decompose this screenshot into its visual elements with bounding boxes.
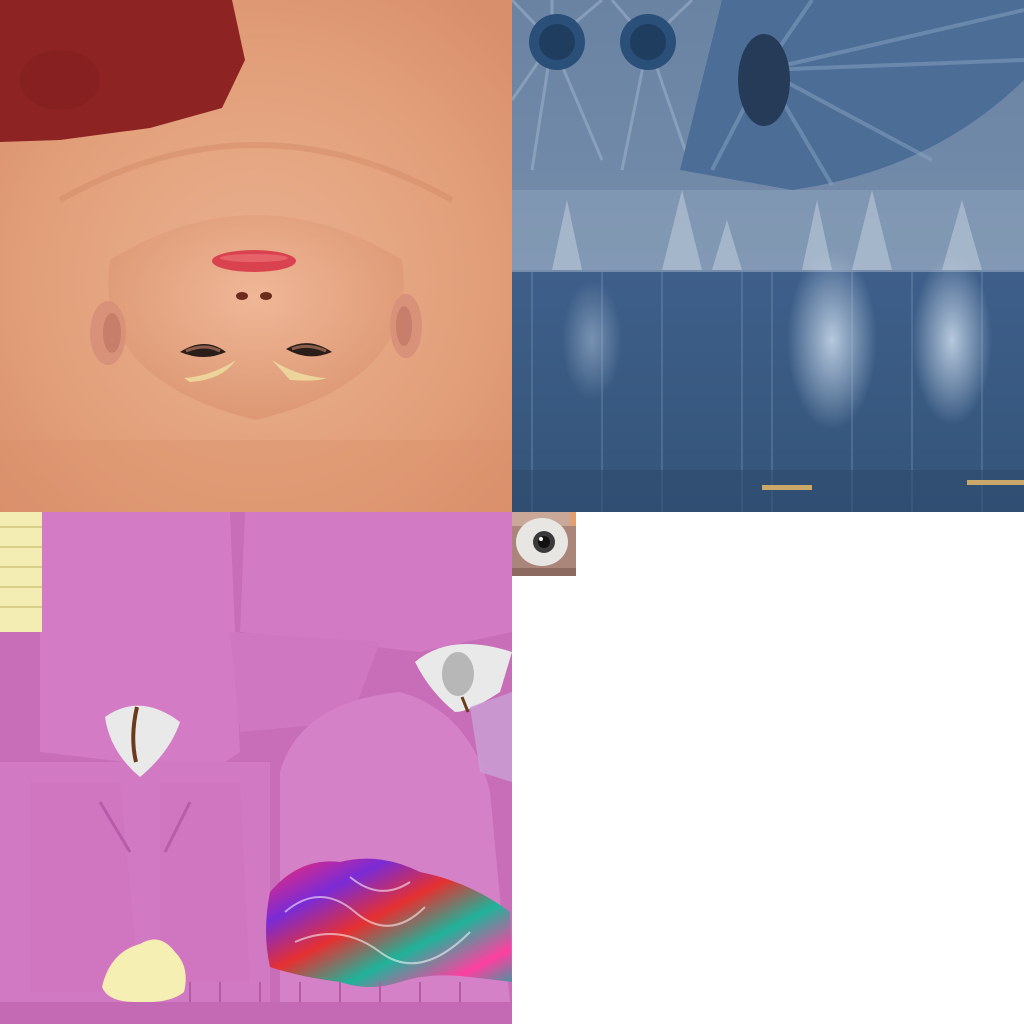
cream-stripe: [0, 512, 42, 632]
pink-shirt-texture: [0, 512, 512, 1024]
texture-atlas: [0, 0, 1024, 1024]
denim-jeans-texture: [512, 0, 1024, 512]
button-hole: [738, 34, 790, 126]
unused-area: [576, 512, 1024, 1024]
face-skin-texture: [0, 0, 512, 512]
eyeball-texture: [512, 512, 576, 576]
